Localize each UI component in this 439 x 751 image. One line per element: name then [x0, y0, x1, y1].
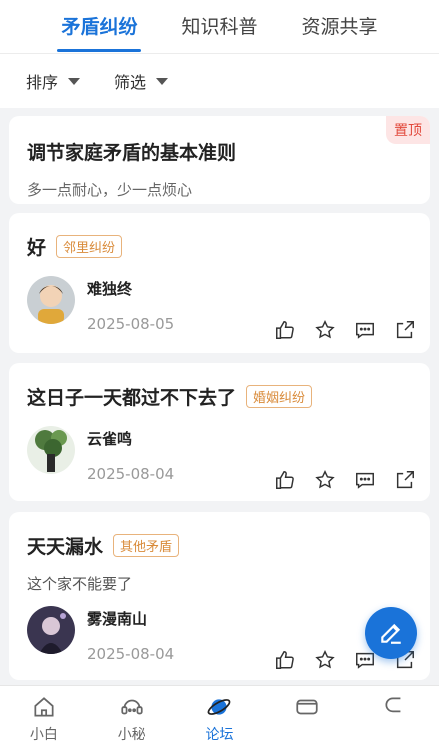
caret-down-icon: [68, 77, 81, 85]
forum-icon: [208, 699, 231, 715]
pinned-title: 调节家庭矛盾的基本准则: [27, 142, 237, 164]
category-tag: 婚姻纠纷: [246, 385, 313, 408]
filter-dropdown[interactable]: 筛选: [114, 69, 169, 93]
comment-icon[interactable]: [354, 469, 376, 491]
nav-label: 论坛: [205, 727, 234, 743]
post-title: 这日子一天都过不下去了: [27, 387, 237, 409]
post-body: 这个家不能要了: [27, 575, 133, 593]
nav-label: 小白: [29, 727, 58, 743]
nav-item-forum[interactable]: 论坛: [184, 686, 254, 751]
caret-down-icon: [156, 77, 169, 85]
comment-icon[interactable]: [354, 319, 376, 341]
author-name[interactable]: 雾漫南山: [87, 608, 412, 629]
tab-resources[interactable]: 资源共享: [298, 0, 382, 54]
pencil-icon: [381, 623, 401, 644]
post-card[interactable]: 天天漏水 其他矛盾 这个家不能要了 雾漫南山 2025-08-04: [9, 512, 430, 680]
sort-dropdown[interactable]: 排序: [26, 69, 81, 93]
star-icon[interactable]: [314, 649, 336, 671]
avatar[interactable]: [27, 606, 75, 654]
star-icon[interactable]: [314, 319, 336, 341]
post-title: 天天漏水: [27, 536, 104, 558]
filter-label: 筛选: [114, 73, 147, 92]
nav-item-home[interactable]: 小白: [9, 686, 79, 751]
nav-item-assistant[interactable]: 小秘: [97, 686, 167, 751]
bottom-navigation: 小白 小秘 论坛: [0, 685, 439, 751]
avatar[interactable]: [27, 426, 75, 474]
like-icon[interactable]: [274, 319, 296, 341]
like-icon[interactable]: [274, 649, 296, 671]
author-name[interactable]: 云雀鸣: [87, 428, 412, 449]
filter-bar: 排序 筛选: [0, 54, 439, 108]
post-title: 好: [27, 237, 47, 259]
like-icon[interactable]: [274, 469, 296, 491]
avatar[interactable]: [27, 276, 75, 324]
nav-item-profile[interactable]: [360, 686, 430, 751]
sort-label: 排序: [26, 73, 59, 92]
share-icon[interactable]: [394, 469, 416, 491]
post-card[interactable]: 好 邻里纠纷 难独终 2025-08-05: [9, 213, 430, 353]
home-icon: [34, 697, 54, 717]
message-icon: [296, 699, 318, 715]
category-tag: 邻里纠纷: [56, 235, 123, 258]
post-card[interactable]: 这日子一天都过不下去了 婚姻纠纷 云雀鸣 2025-08-04: [9, 363, 430, 501]
tab-disputes[interactable]: 矛盾纠纷: [57, 0, 142, 54]
profile-icon: [385, 697, 401, 713]
nav-item-messages[interactable]: [272, 686, 342, 751]
pinned-post-card[interactable]: 置顶 调节家庭矛盾的基本准则 多一点耐心，少一点烦心: [9, 116, 430, 204]
assistant-icon: [121, 699, 143, 715]
compose-post-button[interactable]: [365, 607, 417, 659]
share-icon[interactable]: [394, 319, 416, 341]
nav-label: 小秘: [117, 727, 146, 743]
pinned-subtitle: 多一点耐心，少一点烦心: [27, 181, 193, 199]
star-icon[interactable]: [314, 469, 336, 491]
tab-knowledge[interactable]: 知识科普: [177, 0, 261, 54]
top-tab-bar: 矛盾纠纷 知识科普 资源共享: [0, 0, 439, 54]
pinned-badge: 置顶: [386, 116, 430, 144]
author-name[interactable]: 难独终: [87, 278, 412, 299]
category-tag: 其他矛盾: [113, 534, 180, 557]
